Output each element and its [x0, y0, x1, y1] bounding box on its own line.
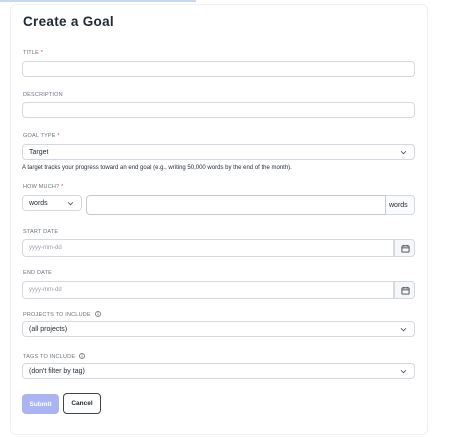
projects-select[interactable]: (all projects): [22, 321, 415, 337]
required-mark: *: [61, 184, 64, 190]
info-circle-icon[interactable]: [79, 353, 85, 359]
end-date-label: END DATE: [23, 270, 53, 276]
unit-selected: words: [29, 200, 48, 207]
description-label: DESCRIPTION: [23, 92, 63, 98]
calendar-icon: [401, 286, 410, 295]
projects-label-text: PROJECTS TO INCLUDE: [23, 312, 91, 318]
tags-selected: (don't filter by tag): [29, 368, 85, 375]
how-much-label: HOW MUCH? *: [23, 184, 63, 190]
tags-label: TAGS TO INCLUDE: [23, 353, 85, 360]
chevron-down-icon: [400, 150, 407, 155]
submit-button[interactable]: Submit: [22, 394, 59, 414]
amount-input[interactable]: [86, 195, 386, 215]
goal-type-help-text: A target tracks your progress toward an …: [22, 165, 292, 171]
chevron-down-icon: [400, 327, 407, 332]
projects-selected: (all projects): [29, 326, 68, 333]
calendar-icon: [401, 244, 410, 253]
tags-label-text: TAGS TO INCLUDE: [23, 354, 76, 360]
goal-type-select[interactable]: Target: [22, 144, 415, 160]
amount-unit-text: words: [389, 202, 408, 209]
unit-select[interactable]: words: [22, 195, 82, 211]
title-input[interactable]: [22, 61, 415, 77]
goal-type-selected: Target: [29, 149, 49, 156]
chevron-down-icon: [67, 201, 74, 206]
info-circle-icon[interactable]: [94, 311, 101, 317]
title-label-text: TITLE: [23, 50, 39, 56]
tags-select[interactable]: (don't filter by tag): [22, 363, 415, 379]
start-date-placeholder: yyyy-mm-dd: [29, 245, 62, 251]
goal-type-label: GOAL TYPE *: [23, 133, 60, 139]
end-date-placeholder: yyyy-mm-dd: [29, 287, 62, 293]
cancel-button[interactable]: Cancel: [63, 393, 101, 414]
how-much-label-text: HOW MUCH?: [23, 184, 60, 190]
page-title: Create a Goal: [23, 14, 114, 29]
start-date-input[interactable]: yyyy-mm-dd: [22, 239, 394, 257]
amount-unit-addon: words: [386, 195, 415, 215]
top-progress-accent: [0, 0, 196, 2]
required-mark: *: [40, 50, 44, 56]
end-date-input[interactable]: yyyy-mm-dd: [22, 281, 394, 299]
start-date-label: START DATE: [23, 229, 59, 235]
start-date-calendar-button[interactable]: [394, 239, 415, 257]
description-input[interactable]: [22, 102, 415, 118]
projects-label: PROJECTS TO INCLUDE: [23, 311, 101, 318]
end-date-calendar-button[interactable]: [394, 281, 415, 299]
required-mark: *: [57, 133, 60, 139]
chevron-down-icon: [400, 369, 407, 374]
title-label: TITLE *: [23, 50, 43, 56]
goal-type-label-text: GOAL TYPE: [23, 133, 56, 139]
